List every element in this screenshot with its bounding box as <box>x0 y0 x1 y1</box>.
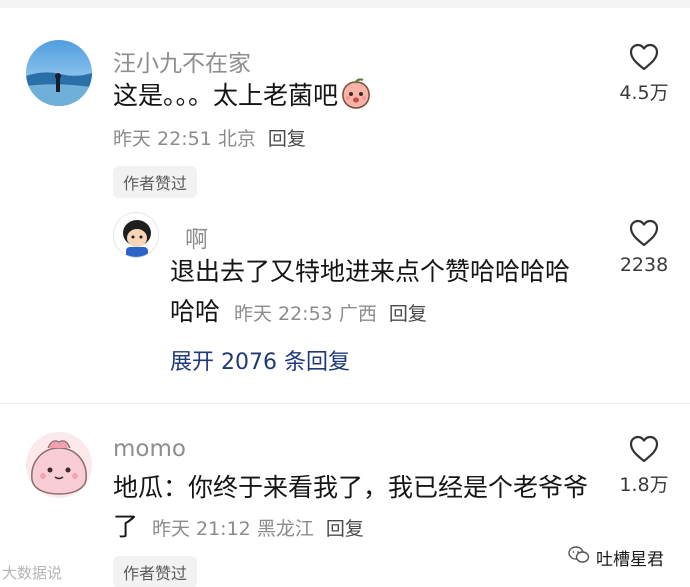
expand-replies-link[interactable]: 展开 2076 条回复 <box>170 344 350 376</box>
like-count: 2238 <box>619 254 669 276</box>
comment-text-continued: 了 昨天 21:12 黑龙江 回复 <box>113 512 364 541</box>
wechat-icon <box>568 546 590 569</box>
comment-text: 地瓜：你终于来看我了，我已经是个老爷爷 <box>113 473 589 502</box>
comment-text-continued: 哈哈 昨天 22:53 广西 回复 <box>170 297 427 326</box>
heart-icon <box>629 435 659 463</box>
avatar[interactable] <box>26 432 92 498</box>
like-count: 4.5万 <box>619 82 669 104</box>
comment-meta: 昨天 21:12 黑龙江 回复 <box>151 518 364 540</box>
like-button[interactable]: 4.5万 <box>609 42 679 105</box>
watermark-left: 大数据说 <box>2 564 63 582</box>
comment-divider <box>0 403 690 404</box>
reply-button[interactable]: 回复 <box>268 128 306 150</box>
comment-meta: 昨天 22:53 广西 回复 <box>233 303 427 325</box>
comment-username[interactable]: 汪小九不在家 <box>113 44 251 78</box>
like-count: 1.8万 <box>619 474 669 496</box>
comment-username[interactable]: 啊 <box>185 220 208 254</box>
comment-username[interactable]: momo <box>113 436 186 462</box>
author-liked-badge: 作者赞过 <box>113 166 198 198</box>
avatar[interactable] <box>26 40 92 106</box>
reply-button[interactable]: 回复 <box>389 303 427 325</box>
heart-icon <box>629 43 659 71</box>
reply-button[interactable]: 回复 <box>326 518 364 540</box>
top-divider <box>0 0 690 8</box>
comment-meta: 昨天 22:51 北京 回复 <box>113 128 306 150</box>
like-button[interactable]: 2238 <box>609 218 679 276</box>
watermark-right: 吐槽星君 <box>568 545 664 570</box>
like-button[interactable]: 1.8万 <box>609 434 679 497</box>
comment-text: 退出去了又特地进来点个赞哈哈哈哈 <box>170 257 571 286</box>
peach-face-emoji <box>340 78 372 119</box>
comment-text: 这是。。。太上老菌吧 <box>113 78 372 119</box>
avatar[interactable] <box>113 212 159 258</box>
author-liked-badge: 作者赞过 <box>113 556 198 587</box>
heart-icon <box>629 219 659 247</box>
